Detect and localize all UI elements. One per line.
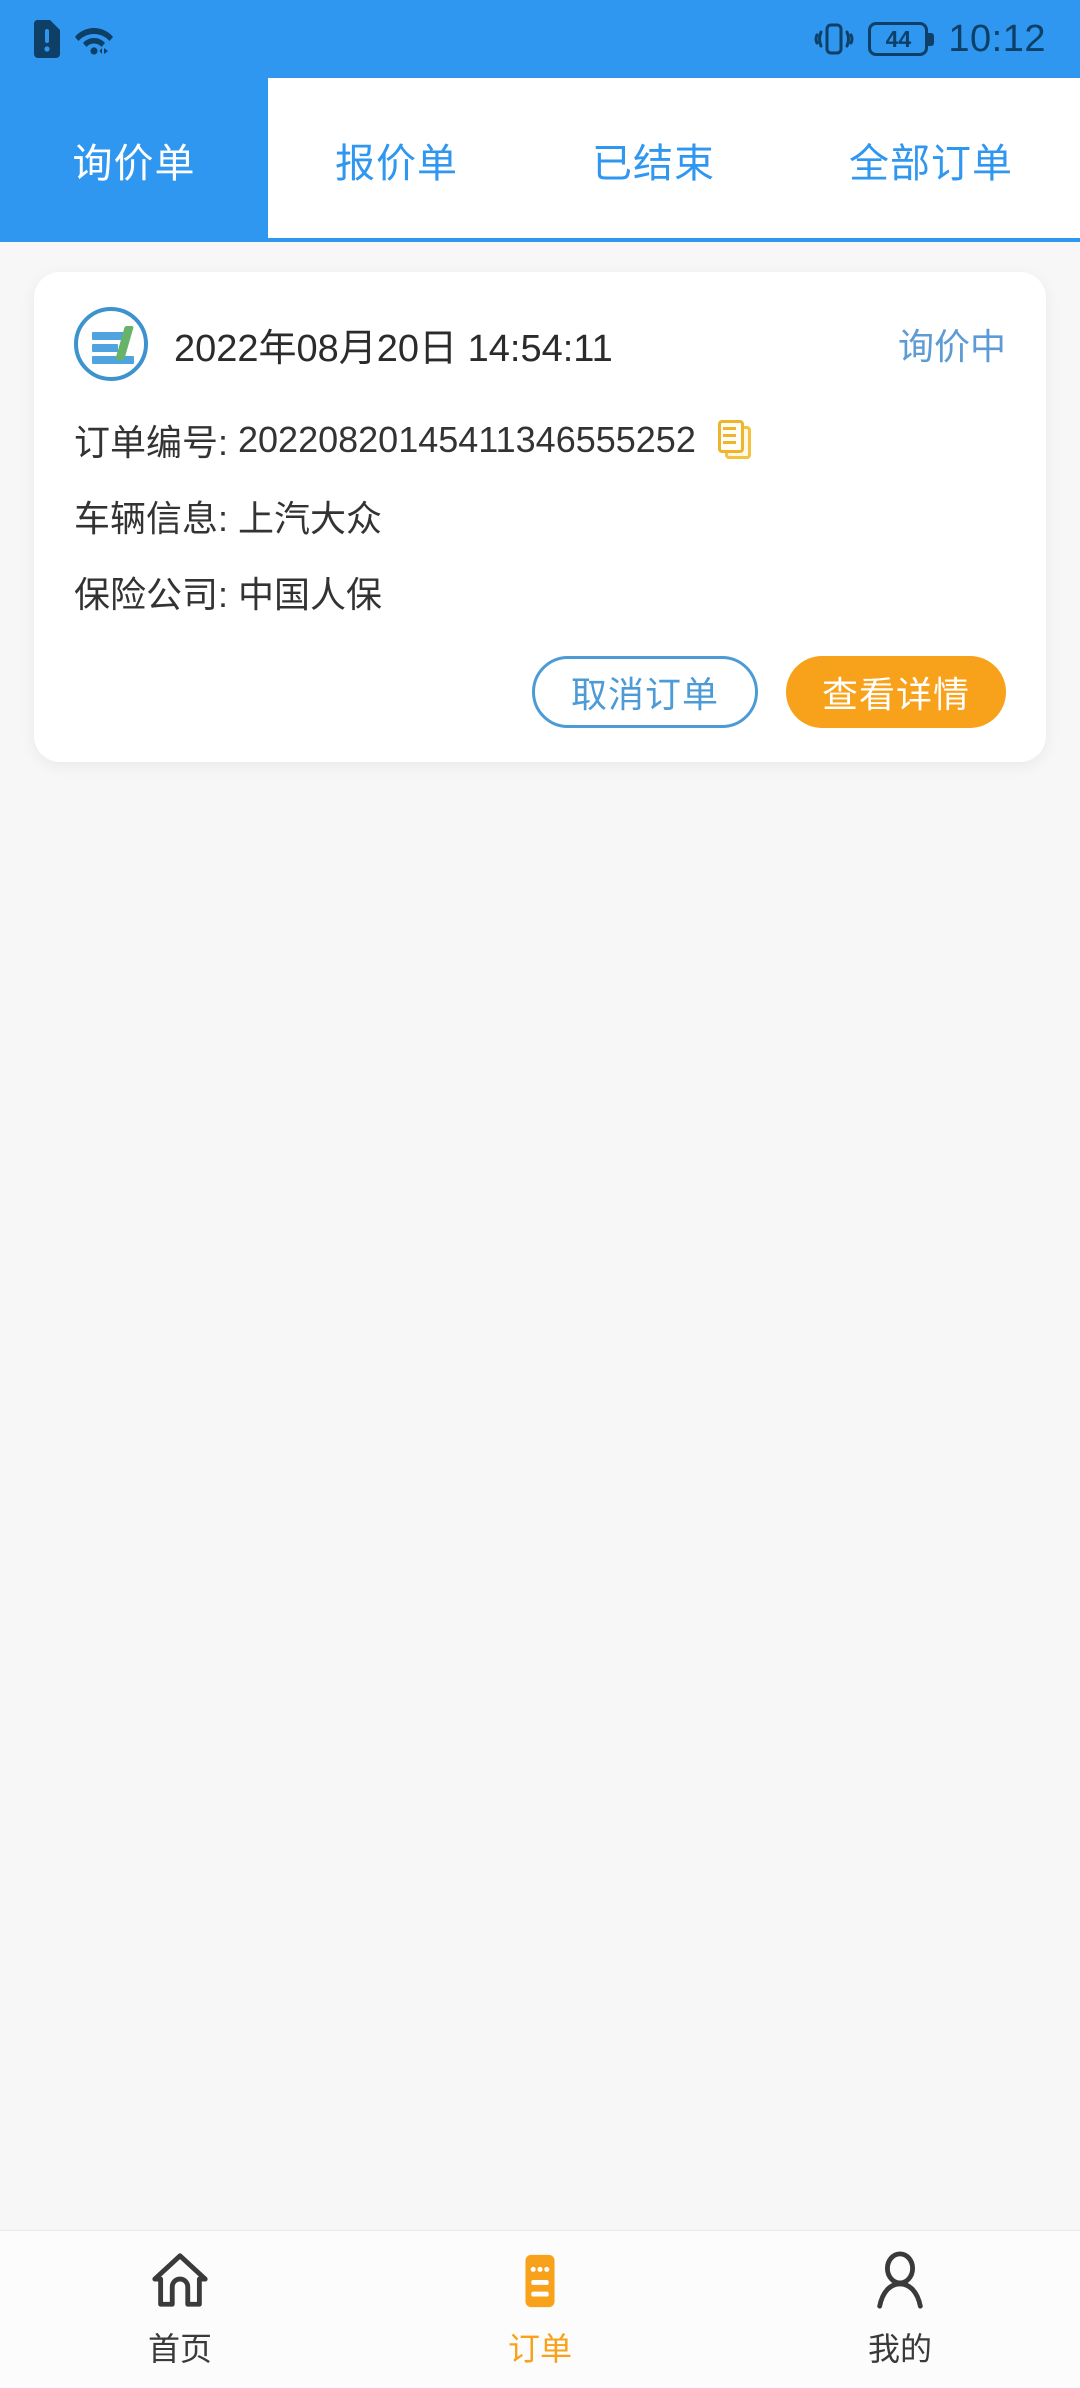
- copy-icon[interactable]: [717, 420, 752, 460]
- nav-label-orders: 订单: [507, 2330, 572, 2367]
- order-card-actions: 取消订单 查看详情: [74, 656, 1006, 728]
- home-icon: [152, 2252, 208, 2307]
- status-bar-right-icons: 44 10:12: [814, 18, 1046, 61]
- order-status-badge: 询价中: [897, 326, 1006, 367]
- nav-item-profile[interactable]: 我的: [720, 2231, 1080, 2388]
- wifi-icon: [75, 28, 113, 55]
- order-tab-bar: 询价单 报价单 已结束 全部订单: [0, 78, 1080, 242]
- order-card-header: 2022年08月20日 14:54:11 询价中: [74, 298, 1006, 390]
- app-screen: 44 10:12 询价单 报价单 已结束 全部订单 2022年08月20日 14…: [0, 0, 1080, 2388]
- nav-item-orders[interactable]: 订单: [360, 2231, 720, 2388]
- view-detail-button[interactable]: 查看详情: [785, 656, 1006, 728]
- order-number-label: 订单编号:: [74, 422, 229, 463]
- tab-inquiry-orders[interactable]: 询价单: [0, 78, 268, 242]
- order-number-value: 20220820145411346555252: [238, 419, 696, 460]
- tab-finished-orders[interactable]: 已结束: [525, 78, 782, 242]
- tab-quotation-orders[interactable]: 报价单: [268, 78, 525, 242]
- vehicle-info-value: 上汽大众: [238, 498, 383, 539]
- insurance-company-label: 保险公司:: [74, 574, 229, 615]
- order-number-row: 订单编号: 20220820145411346555252: [74, 414, 1006, 466]
- vibrate-icon: [814, 23, 854, 55]
- status-bar: 44 10:12: [0, 0, 1080, 78]
- tab-all-orders[interactable]: 全部订单: [782, 78, 1080, 242]
- status-bar-clock: 10:12: [948, 17, 1046, 60]
- battery-icon: 44: [868, 22, 935, 56]
- insurance-company-value: 中国人保: [238, 574, 383, 615]
- cancel-order-button[interactable]: 取消订单: [531, 656, 758, 728]
- bottom-navigation-bar: 首页 订单 我的: [0, 2230, 1080, 2388]
- vehicle-info-row: 车辆信息: 上汽大众: [74, 490, 1006, 542]
- battery-level-label: 44: [885, 25, 912, 52]
- company-logo-icon: [74, 307, 148, 381]
- nav-label-profile: 我的: [867, 2330, 932, 2367]
- nav-item-home[interactable]: 首页: [0, 2231, 360, 2388]
- insurance-company-row: 保险公司: 中国人保: [74, 566, 1006, 618]
- vehicle-info-label: 车辆信息:: [74, 498, 229, 539]
- sim-alert-icon: [34, 20, 60, 58]
- person-icon: [877, 2250, 923, 2309]
- status-bar-left-icons: [34, 20, 114, 58]
- order-card[interactable]: 2022年08月20日 14:54:11 询价中 订单编号: 202208201…: [34, 272, 1046, 762]
- order-datetime: 2022年08月20日 14:54:11: [174, 327, 613, 370]
- nav-label-home: 首页: [147, 2330, 212, 2367]
- order-list-icon: [525, 2254, 555, 2307]
